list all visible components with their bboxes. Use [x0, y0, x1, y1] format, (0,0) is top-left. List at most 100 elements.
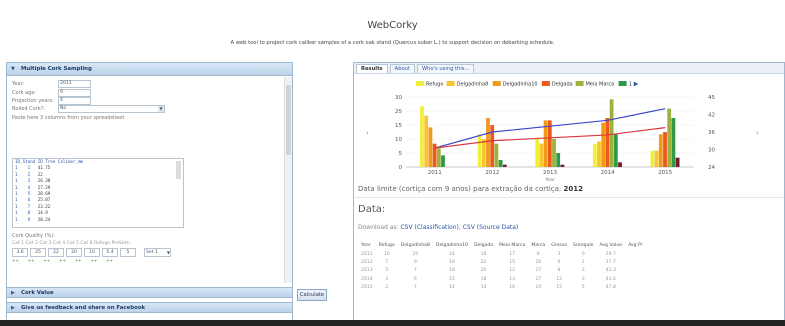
table-cell: 27 [535, 276, 542, 282]
y-tick-label: 30 [395, 95, 402, 101]
quality-cat3-input[interactable]: 22 [48, 248, 64, 257]
calculate-button[interactable]: Calculate [297, 289, 327, 301]
left-side-arrow-icon: ‹ [366, 129, 369, 137]
boiled-value: No [60, 106, 67, 112]
table-cell: 41.3 [605, 268, 616, 274]
quality-cat1-input[interactable]: 3.6 [12, 248, 28, 257]
quality-cat6-input[interactable]: 5.4 [102, 248, 118, 257]
table-cell: 14 [480, 285, 487, 291]
feedback-header[interactable]: ▶ Give us feedback and share on Facebook [7, 302, 292, 313]
boiled-select[interactable]: No ▼ [58, 105, 165, 114]
x-tick-label: 2015 [658, 170, 672, 176]
x-tick-label: 2012 [485, 170, 499, 176]
legend-label: 1 [629, 82, 632, 88]
bar [539, 143, 544, 167]
tab-bar: Results About Who's using this... [354, 63, 784, 74]
tab-about[interactable]: About [389, 64, 415, 73]
bar [667, 108, 672, 167]
preset-select[interactable]: Set 1 ▼ [144, 248, 171, 257]
input-panel: ▼ Multiple Cork Sampling Year: 2011 Cork… [6, 62, 293, 322]
multiple-cork-sampling-header[interactable]: ▼ Multiple Cork Sampling [7, 63, 292, 76]
table-cell: 20 [535, 260, 542, 266]
column-header: Refugo [378, 243, 395, 248]
divider [354, 197, 784, 198]
tab-whos-using[interactable]: Who's using this... [416, 64, 475, 73]
table-cell: 2 [385, 285, 389, 291]
spinner-5[interactable]: ++ [75, 258, 82, 263]
table-cell: 29.7 [605, 251, 616, 257]
y-tick-label: 10 [395, 137, 402, 143]
table-cell: 24 [449, 251, 455, 257]
table-cell: 6 [413, 276, 417, 282]
boiled-row: Boiled Cork?: No ▼ [12, 105, 287, 114]
csv-source-data-link[interactable]: CSV (Source Data) [463, 224, 519, 231]
paste-textarea[interactable]: ID_Stand ID_Tree Caliber_mm 1 1 41.75 1 2… [12, 158, 184, 228]
table-row: 2015 2 7 14 14 16 24 15 5 47.8 [358, 284, 646, 292]
table-cell: 5 [581, 285, 585, 291]
quality-refugo-input[interactable]: 5 [120, 248, 136, 257]
bar [592, 143, 597, 167]
table-row: 2011 10 20 24 18 17 8 3 0 29.7 [358, 250, 646, 258]
y-tick-label: 25 [395, 109, 402, 115]
preset-value: Set 1 [146, 250, 158, 255]
boiled-label: Boiled Cork?: [12, 106, 45, 113]
spinner-4[interactable]: ++ [59, 258, 66, 263]
download-label: Download as: [358, 224, 399, 231]
bar [436, 148, 441, 167]
column-header: Delgada [473, 243, 494, 248]
section-title: Multiple Cork Sampling [21, 66, 92, 72]
tab-results[interactable]: Results [356, 64, 388, 73]
column-header: Grossa [551, 243, 567, 248]
textarea-scrollbar[interactable] [176, 161, 181, 179]
csv-classification-link[interactable]: CSV (Classification) [400, 224, 458, 231]
table-cell: 7 [385, 260, 389, 266]
table-cell: 2015 [361, 285, 373, 291]
app-subtitle: A web tool to project cork caliber sampl… [230, 40, 555, 46]
limit-label: Data limite (cortiça com 9 anos) para ex… [358, 185, 562, 193]
right-y-tick-label: 45 [708, 95, 715, 101]
collapse-triangle-icon: ▼ [11, 66, 15, 72]
x-tick-label: 2011 [428, 170, 442, 176]
cork-age-row: Cork age: 9 [12, 88, 287, 97]
quality-cat2-input[interactable]: 25 [30, 248, 46, 257]
bar [560, 164, 565, 167]
spinner-2[interactable]: ++ [28, 258, 35, 263]
table-cell: 3 [385, 276, 389, 282]
quality-cat5-input[interactable]: 10 [84, 248, 100, 257]
bar [498, 160, 503, 167]
spinner-7[interactable]: ++ [106, 258, 113, 263]
table-cell: 18 [480, 276, 487, 282]
spinner-1[interactable]: ++ [12, 258, 19, 263]
x-tick-label: 2014 [601, 170, 615, 176]
scrollbar-thumb[interactable] [286, 85, 291, 155]
bar [618, 162, 622, 167]
column-header: Delgadinha8 [400, 243, 430, 248]
year-input[interactable]: 2011 [58, 80, 91, 89]
cork-value-header[interactable]: ▶ Cork Value [7, 287, 292, 298]
table-cell: 24 [535, 285, 542, 291]
table-cell [625, 284, 646, 292]
table-cell: 9 [413, 260, 417, 266]
download-links: Download as: CSV (Classification), CSV (… [358, 224, 518, 231]
legend-next-icon: ▶ [634, 81, 639, 88]
quality-cat4-input[interactable]: 20 [66, 248, 82, 257]
legend-swatch [416, 81, 424, 86]
caliber-projection-chart: 30 25 15 10 5 0 45 42 36 30 24 2011 2012 2013 2014 2015… [366, 81, 759, 184]
column-header: Delgadinha10 [435, 243, 468, 248]
panel-scrollbar[interactable] [284, 77, 292, 283]
right-y-tick-label: 24 [708, 165, 715, 171]
legend-swatch [446, 81, 455, 86]
chevron-down-icon: ▼ [166, 250, 170, 255]
spinner-6[interactable]: ++ [91, 258, 98, 263]
table-cell: 7 [413, 285, 417, 291]
spinner-3[interactable]: ++ [43, 258, 50, 263]
table-row: 2012 7 9 19 22 15 20 6 2 37.7 [358, 258, 646, 266]
table-cell: 15 [509, 260, 516, 266]
feedback-title: Give us feedback and share on Facebook [21, 305, 146, 311]
quality-spinners: ++ ++ ++ ++ ++ ++ ++ [12, 258, 113, 263]
projection-years-input[interactable]: 4 [58, 96, 91, 105]
cork-age-input[interactable]: 9 [58, 88, 91, 97]
table-cell: 12 [509, 268, 516, 274]
chevron-down-icon: ▼ [158, 106, 164, 113]
column-header: Avg Value [599, 243, 623, 248]
